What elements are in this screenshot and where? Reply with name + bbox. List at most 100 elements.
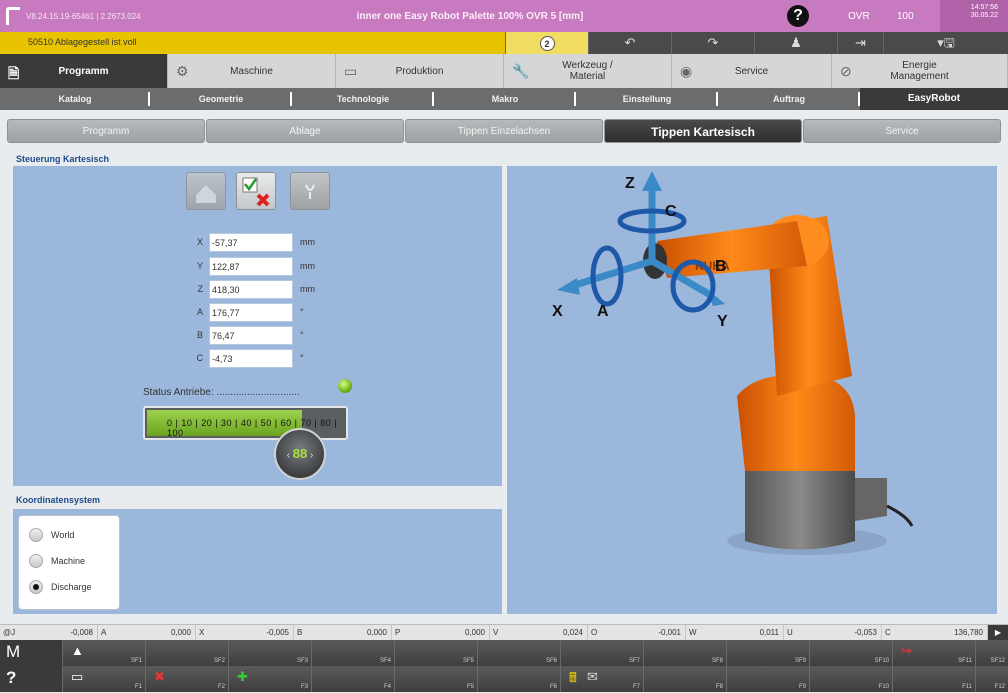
fkey-10[interactable]: F10 [809, 666, 892, 692]
tab-produktion[interactable]: ▭ Produktion [336, 54, 504, 88]
coordinate-system-radio-group: World Machine Discharge [18, 515, 120, 610]
robot-base [745, 471, 855, 550]
calculator-icon: 🖩 [569, 670, 577, 685]
softkey-3[interactable]: SF3 [228, 640, 311, 666]
save-button[interactable]: ▾🖫 [883, 32, 1008, 54]
ctab-tippen-einzelachsen[interactable]: Tippen Einzelachsen [405, 119, 603, 143]
fkey-6[interactable]: F6 [477, 666, 560, 692]
softkey-11[interactable]: ↪ SF11 [892, 640, 975, 666]
subtab-label: Technologie [336, 94, 390, 104]
softkey-row: M ▲ SF1 SF2 SF3 SF4 SF5 SF6 SF7 SF8 SF9 SF10 ↪ SF11 S… [0, 640, 1008, 666]
tab-maschine[interactable]: ⚙ Maschine [168, 54, 336, 88]
home-button[interactable] [186, 172, 226, 210]
accept-delete-button[interactable] [236, 172, 276, 210]
axis-name: W [689, 628, 697, 637]
softkey-1[interactable]: ▲ SF1 [62, 640, 145, 666]
user-button[interactable]: ♟ [754, 32, 837, 54]
coord-x-field[interactable]: -57,37 [209, 233, 293, 252]
coord-z-field[interactable]: 418,30 [209, 280, 293, 299]
tab-label: Maschine [230, 65, 273, 77]
fkey-4[interactable]: F4 [311, 666, 394, 692]
koordinatensystem-title: Koordinatensystem [16, 495, 101, 505]
fkey-label: F11 [962, 684, 972, 690]
subtab-makro[interactable]: Makro [434, 88, 576, 110]
decrease-arrow-icon[interactable]: ‹ [287, 450, 290, 461]
subtab-label: Makro [491, 94, 519, 104]
ctab-ablage[interactable]: Ablage [206, 119, 404, 143]
softkey-2[interactable]: SF2 [145, 640, 228, 666]
steuerung-title: Steuerung Kartesisch [16, 154, 110, 164]
ovr-value: 100 [897, 11, 914, 22]
softkey-12[interactable]: SF12 [975, 640, 1008, 666]
message-text[interactable]: 50510 Ablagegestell ist voll [0, 32, 505, 54]
fkey-11[interactable]: F11 [892, 666, 975, 692]
axis-value: 136,780 [954, 628, 983, 637]
tab-energie[interactable]: ⊘ Energie Management [832, 54, 1008, 88]
coord-y-field[interactable]: 122,87 [209, 257, 293, 276]
undo-button[interactable]: ↶ [588, 32, 671, 54]
coord-axis: A [196, 307, 203, 317]
m-key[interactable]: M [0, 640, 62, 666]
softkey-8[interactable]: SF8 [643, 640, 726, 666]
subtab-auftrag[interactable]: Auftrag [718, 88, 860, 110]
undo-icon: ↶ [624, 35, 636, 50]
ctab-service[interactable]: Service [803, 119, 1001, 143]
gripper-icon [305, 184, 315, 199]
softkey-7[interactable]: SF7 [560, 640, 643, 666]
softkey-10[interactable]: SF10 [809, 640, 892, 666]
tab-programm[interactable]: 🗎 Programm [0, 54, 168, 88]
fkey-label: F2 [217, 684, 225, 690]
tab-service[interactable]: ◉ Service [672, 54, 832, 88]
coord-b-field[interactable]: 76,47 [209, 326, 293, 345]
robot-illustration: KUKA Z X Y A B C [552, 171, 914, 555]
radio-label: Machine [51, 556, 86, 566]
ctab-tippen-kartesisch[interactable]: Tippen Kartesisch [604, 119, 802, 143]
message-count-button[interactable]: 2 [505, 32, 588, 54]
tab-werkzeug[interactable]: 🔧 Werkzeug / Material [504, 54, 672, 88]
fkey-2[interactable]: ✖ F2 [145, 666, 228, 692]
fkey-8[interactable]: F8 [643, 666, 726, 692]
softkey-4[interactable]: SF4 [311, 640, 394, 666]
z-axis-label: Z [625, 175, 635, 192]
fkey-12[interactable]: F12 [975, 666, 1008, 692]
subtab-technologie[interactable]: Technologie [292, 88, 434, 110]
softkey-6[interactable]: SF6 [477, 640, 560, 666]
redo-icon: ↷ [707, 35, 719, 50]
fkey-label: F4 [383, 684, 391, 690]
coord-c-field[interactable]: -4,73 [209, 349, 293, 368]
axis-bar-next-button[interactable]: ▶ [988, 625, 1008, 641]
robot-view[interactable]: KUKA Z X Y A B C [507, 166, 997, 614]
fkey-1[interactable]: ▭ F1 [62, 666, 145, 692]
fkey-9[interactable]: F9 [726, 666, 809, 692]
subtab-einstellung[interactable]: Einstellung [576, 88, 718, 110]
gripper-button[interactable] [290, 172, 330, 210]
coord-unit: ° [300, 330, 304, 340]
subtab-label: Katalog [58, 94, 92, 104]
softkey-5[interactable]: SF5 [394, 640, 477, 666]
fkey-3[interactable]: ✚ F3 [228, 666, 311, 692]
ctab-programm[interactable]: Programm [7, 119, 205, 143]
axis-position-bar: @J -0,008 A 0,000 X -0,005 B 0,000 P 0,000 V 0… [0, 624, 1008, 641]
axis-cell: U -0,053 [784, 625, 882, 641]
help-button[interactable]: ? [787, 5, 809, 27]
speed-knob[interactable]: ‹ 88 › [274, 428, 326, 480]
speed-ticks: 0 | 10 | 20 | 30 | 40 | 50 | 60 | 70 | 8… [167, 418, 338, 438]
axis-name: B [297, 628, 303, 637]
coord-unit: ° [300, 353, 304, 363]
subtab-geometrie[interactable]: Geometrie [150, 88, 292, 110]
fkey-7[interactable]: 🖩 ✉ F7 [560, 666, 643, 692]
koordinatensystem-panel: World Machine Discharge [13, 509, 502, 614]
redo-button[interactable]: ↷ [671, 32, 754, 54]
axis-value: 0,000 [170, 628, 191, 637]
help-key[interactable]: ? [0, 666, 62, 692]
login-icon: ⇥ [855, 35, 866, 50]
app-logo-icon [6, 7, 20, 25]
softkey-label: SF4 [379, 658, 391, 664]
softkey-9[interactable]: SF9 [726, 640, 809, 666]
fkey-5[interactable]: F5 [394, 666, 477, 692]
subtab-katalog[interactable]: Katalog [0, 88, 150, 110]
login-button[interactable]: ⇥ [837, 32, 883, 54]
increase-arrow-icon[interactable]: › [310, 450, 313, 461]
subtab-easyrobot[interactable]: EasyRobot [860, 88, 1008, 110]
coord-a-field[interactable]: 176,77 [209, 303, 293, 322]
